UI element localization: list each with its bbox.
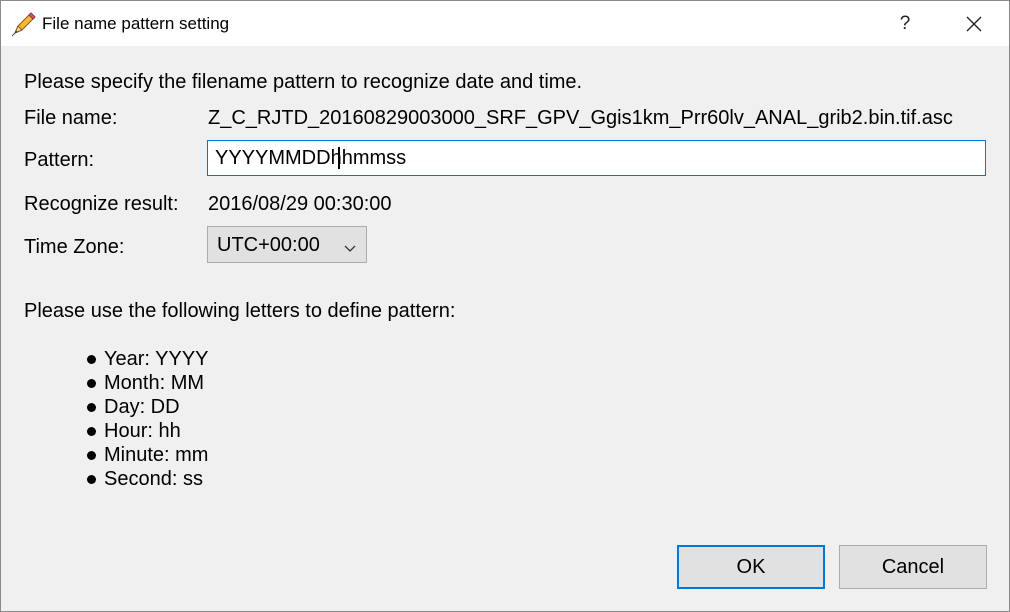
pattern-letter-list: Year: YYYY Month: MM Day: DD Hour: hh Mi… [85, 347, 209, 491]
text-caret [338, 147, 340, 169]
cancel-button[interactable]: Cancel [839, 545, 987, 589]
list-item: Second: ss [85, 467, 209, 491]
close-button[interactable] [951, 7, 997, 41]
close-icon [966, 16, 982, 32]
list-item: Minute: mm [85, 443, 209, 467]
title-bar[interactable]: File name pattern setting ? [1, 1, 1009, 46]
bullet-icon [87, 403, 96, 412]
bullet-icon [87, 451, 96, 460]
dialog-window: File name pattern setting ? Please speci… [0, 0, 1010, 612]
pattern-label: Pattern: [24, 149, 95, 171]
timezone-value: UTC+00:00 [217, 234, 320, 256]
chevron-down-icon [344, 240, 356, 258]
list-item: Month: MM [85, 371, 209, 395]
bullet-icon [87, 355, 96, 364]
result-value: 2016/08/29 00:30:00 [208, 193, 392, 215]
file-name-value: Z_C_RJTD_20160829003000_SRF_GPV_Ggis1km_… [208, 107, 953, 129]
list-item: Year: YYYY [85, 347, 209, 371]
timezone-select[interactable]: UTC+00:00 [207, 226, 367, 263]
window-title: File name pattern setting [42, 14, 230, 33]
ok-button[interactable]: OK [677, 545, 825, 589]
instruction-text: Please specify the filename pattern to r… [24, 71, 583, 93]
bullet-icon [87, 475, 96, 484]
bullet-icon [87, 427, 96, 436]
help-heading: Please use the following letters to defi… [24, 300, 456, 322]
pencil-icon [11, 11, 37, 37]
list-item: Day: DD [85, 395, 209, 419]
list-item: Hour: hh [85, 419, 209, 443]
bullet-icon [87, 379, 96, 388]
pattern-input[interactable] [207, 140, 986, 176]
help-button[interactable]: ? [885, 7, 925, 41]
result-label: Recognize result: [24, 193, 179, 215]
timezone-label: Time Zone: [24, 236, 125, 258]
file-name-label: File name: [24, 107, 118, 129]
